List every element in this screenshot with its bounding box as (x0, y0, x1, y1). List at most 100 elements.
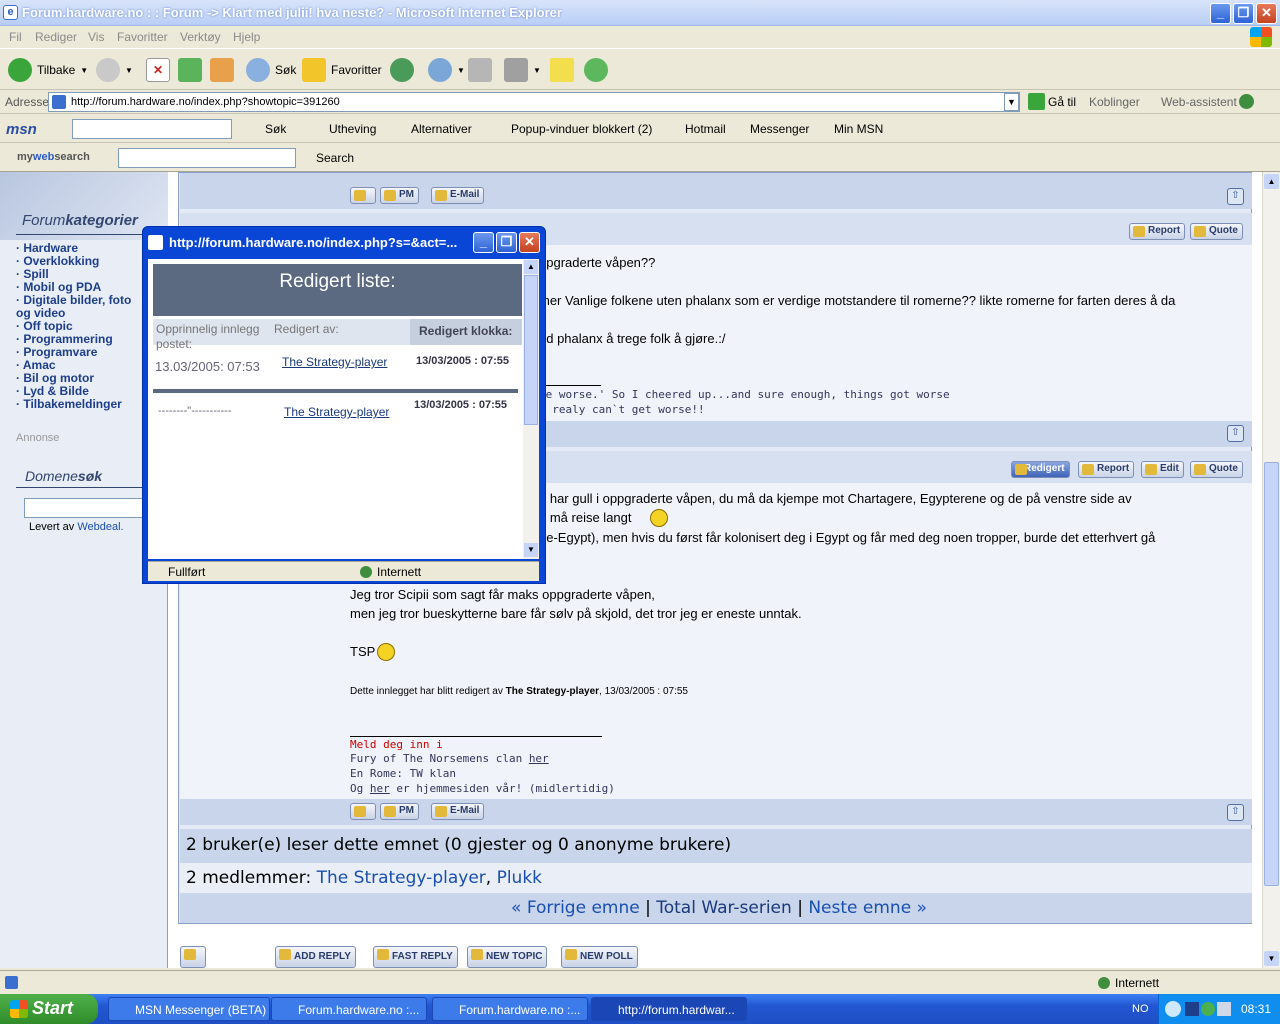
popup-scrollbar[interactable]: ▲ ▼ (523, 259, 539, 559)
search-button[interactable]: Søk (246, 55, 296, 85)
options-icon[interactable] (180, 946, 206, 968)
scrollbar-thumb[interactable] (1264, 462, 1279, 886)
profile-button[interactable] (350, 803, 376, 820)
next-topic-link[interactable]: Neste emne (808, 898, 911, 918)
edited-button[interactable]: Redigert (1011, 461, 1070, 478)
msn-search-input[interactable] (72, 119, 232, 139)
sidebar-item-bil[interactable]: · Bil og motor (16, 371, 94, 385)
back-button[interactable]: Tilbake ▼ (8, 55, 88, 85)
forum-series-link[interactable]: Total War-serien (656, 898, 792, 918)
member-link[interactable]: The Strategy-player (317, 868, 486, 888)
menu-help[interactable]: Hjelp (233, 30, 260, 44)
scroll-up-icon[interactable]: ▲ (1264, 174, 1279, 189)
quote-button[interactable]: Quote (1190, 223, 1243, 240)
task-forum-1[interactable]: Forum.hardware.no :... (271, 997, 427, 1021)
menu-favorites[interactable]: Favoritter (117, 30, 168, 44)
mywebsearch-button[interactable]: Search (316, 151, 354, 165)
edit-button[interactable]: Edit (1141, 461, 1184, 478)
address-dropdown[interactable]: ▼ (1004, 93, 1019, 111)
sidebar-item-tilbakemeldinger[interactable]: · Tilbakemeldinger (16, 397, 122, 411)
scroll-top-icon[interactable]: ⇧ (1227, 425, 1244, 442)
favorites-button[interactable]: Favoritter (302, 55, 382, 85)
pm-button[interactable]: PM (380, 187, 419, 204)
stop-button[interactable]: ✕ (146, 55, 170, 85)
row-editor-link[interactable]: The Strategy-player (282, 355, 387, 369)
scroll-down-icon[interactable]: ▼ (1264, 951, 1279, 966)
hotmail-button[interactable]: Hotmail (685, 122, 726, 136)
my-msn-button[interactable]: Min MSN (834, 122, 883, 136)
close-button[interactable]: ✕ (1256, 3, 1277, 24)
tray-expand-icon[interactable] (1165, 1001, 1181, 1017)
report-button[interactable]: Report (1078, 461, 1135, 478)
popup-close-button[interactable]: ✕ (519, 232, 540, 253)
menu-file[interactable]: Fil (9, 30, 22, 44)
task-msn-messenger[interactable]: MSN Messenger (BETA) (108, 997, 270, 1021)
notes-button[interactable] (550, 55, 574, 85)
add-reply-button[interactable]: ADD REPLY (275, 946, 356, 968)
messenger-toolbar-button[interactable]: Messenger (750, 122, 809, 136)
home-button[interactable] (210, 55, 234, 85)
scroll-top-icon[interactable]: ⇧ (1227, 188, 1244, 205)
homepage-link[interactable]: her (370, 782, 390, 795)
report-button[interactable]: Report (1129, 223, 1186, 240)
popup-minimize-button[interactable]: _ (473, 232, 494, 253)
task-forum-2[interactable]: Forum.hardware.no :... (432, 997, 588, 1021)
msn-logo[interactable]: msn (6, 121, 37, 138)
new-poll-button[interactable]: NEW POLL (561, 946, 638, 968)
webdeal-link[interactable]: Webdeal. (77, 521, 123, 533)
domain-search-input[interactable] (24, 498, 154, 518)
address-input[interactable]: http://forum.hardware.no/index.php?showt… (48, 92, 1020, 112)
edit-page-button[interactable]: ▼ (504, 55, 541, 85)
scroll-top-icon[interactable]: ⇧ (1227, 804, 1244, 821)
menu-tools[interactable]: Verktøy (180, 30, 221, 44)
email-button[interactable]: E-Mail (431, 803, 485, 820)
sidebar-item-programvare[interactable]: · Programvare (16, 345, 97, 359)
member-link[interactable]: Plukk (497, 868, 542, 888)
pm-button[interactable]: PM (380, 803, 419, 820)
popup-scroll-down-icon[interactable]: ▼ (524, 543, 538, 557)
popup-scroll-up-icon[interactable]: ▲ (524, 260, 538, 274)
web-assistant-label[interactable]: Web-assistent (1161, 95, 1237, 109)
print-button[interactable] (468, 55, 492, 85)
sidebar-item-digitale-bilder-cont[interactable]: og video (16, 306, 65, 320)
sidebar-item-digitale-bilder[interactable]: · Digitale bilder, foto (16, 293, 131, 307)
globe-icon[interactable] (1239, 94, 1254, 109)
popup-maximize-button[interactable]: ❐ (496, 232, 517, 253)
mywebsearch-input[interactable] (118, 148, 296, 168)
sidebar-item-hardware[interactable]: · Hardware (16, 241, 78, 255)
go-button[interactable]: Gå til (1048, 95, 1076, 109)
quote-button[interactable]: Quote (1190, 461, 1243, 478)
mail-button[interactable]: ▼ (428, 55, 465, 85)
refresh-button[interactable] (178, 55, 202, 85)
clan-link[interactable]: her (529, 752, 549, 765)
messenger-button[interactable] (584, 55, 608, 85)
row-editor-link[interactable]: The Strategy-player (284, 405, 389, 419)
sidebar-item-off-topic[interactable]: · Off topic (16, 319, 73, 333)
profile-button[interactable] (350, 187, 376, 204)
history-button[interactable] (390, 55, 414, 85)
network-tray-icon[interactable] (1217, 1002, 1231, 1016)
alternatives-button[interactable]: Alternativer (411, 122, 472, 136)
sidebar-item-programmering[interactable]: · Programmering (16, 332, 113, 346)
go-arrow-icon[interactable] (1028, 93, 1045, 110)
links-label[interactable]: Koblinger (1089, 95, 1140, 109)
msn-search-button[interactable]: Søk (265, 122, 286, 136)
sidebar-item-overklokking[interactable]: · Overklokking (16, 254, 99, 268)
email-button[interactable]: E-Mail (431, 187, 485, 204)
messenger-tray-icon[interactable] (1201, 1002, 1215, 1016)
sidebar-item-amac[interactable]: · Amac (16, 358, 56, 372)
menu-view[interactable]: Vis (88, 30, 104, 44)
page-scrollbar[interactable]: ▲ ▼ (1262, 172, 1280, 968)
forward-button[interactable]: ▼ (96, 55, 133, 85)
sidebar-item-mobil[interactable]: · Mobil og PDA (16, 280, 101, 294)
tray-icon[interactable] (1185, 1002, 1199, 1016)
popup-blocked-button[interactable]: Popup-vinduer blokkert (2) (511, 122, 652, 136)
task-popup[interactable]: http://forum.hardwar... (591, 997, 747, 1021)
sidebar-item-lyd[interactable]: · Lyd & Bilde (16, 384, 89, 398)
fast-reply-button[interactable]: FAST REPLY (373, 946, 458, 968)
maximize-button[interactable]: ❐ (1233, 3, 1254, 24)
new-topic-button[interactable]: NEW TOPIC (467, 946, 548, 968)
popup-scroll-thumb[interactable] (524, 275, 538, 425)
minimize-button[interactable]: _ (1210, 3, 1231, 24)
sidebar-item-spill[interactable]: · Spill (16, 267, 49, 281)
